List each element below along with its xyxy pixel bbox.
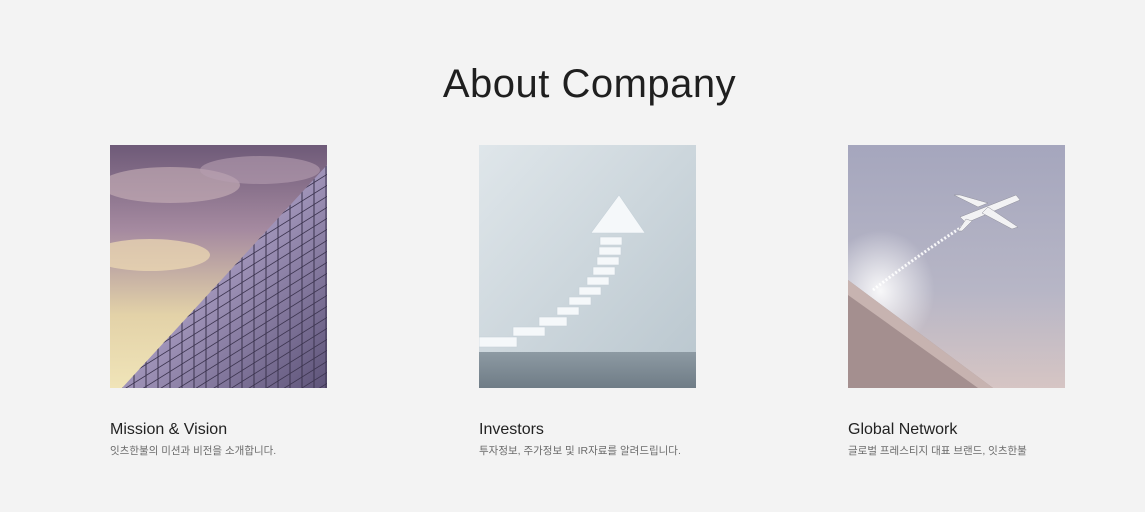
card-global-network[interactable]: Global Network 글로벌 프레스티지 대표 브랜드, 잇츠한불 [848,145,1065,458]
glass-building-image[interactable] [110,145,327,388]
card-mission-vision[interactable]: Mission & Vision 잇츠한불의 미션과 비전을 소개합니다. [110,145,327,458]
about-company-section: About Company Mission & Vision 잇츠한불의 미션과… [0,0,1145,512]
card-heading: Investors [479,421,544,438]
card-description: 투자정보, 주가정보 및 IR자료를 알려드립니다. [479,445,681,457]
section-title: About Company [442,62,737,106]
card-heading: Global Network [848,421,958,438]
card-investors[interactable]: Investors 투자정보, 주가정보 및 IR자료를 알려드립니다. [479,145,696,458]
stairs-arrow-image[interactable] [479,145,696,388]
card-heading: Mission & Vision [110,421,228,438]
card-description: 글로벌 프레스티지 대표 브랜드, 잇츠한불 [848,445,1027,457]
card-description: 잇츠한불의 미션과 비전을 소개합니다. [110,445,277,457]
airplane-image[interactable] [848,145,1065,388]
